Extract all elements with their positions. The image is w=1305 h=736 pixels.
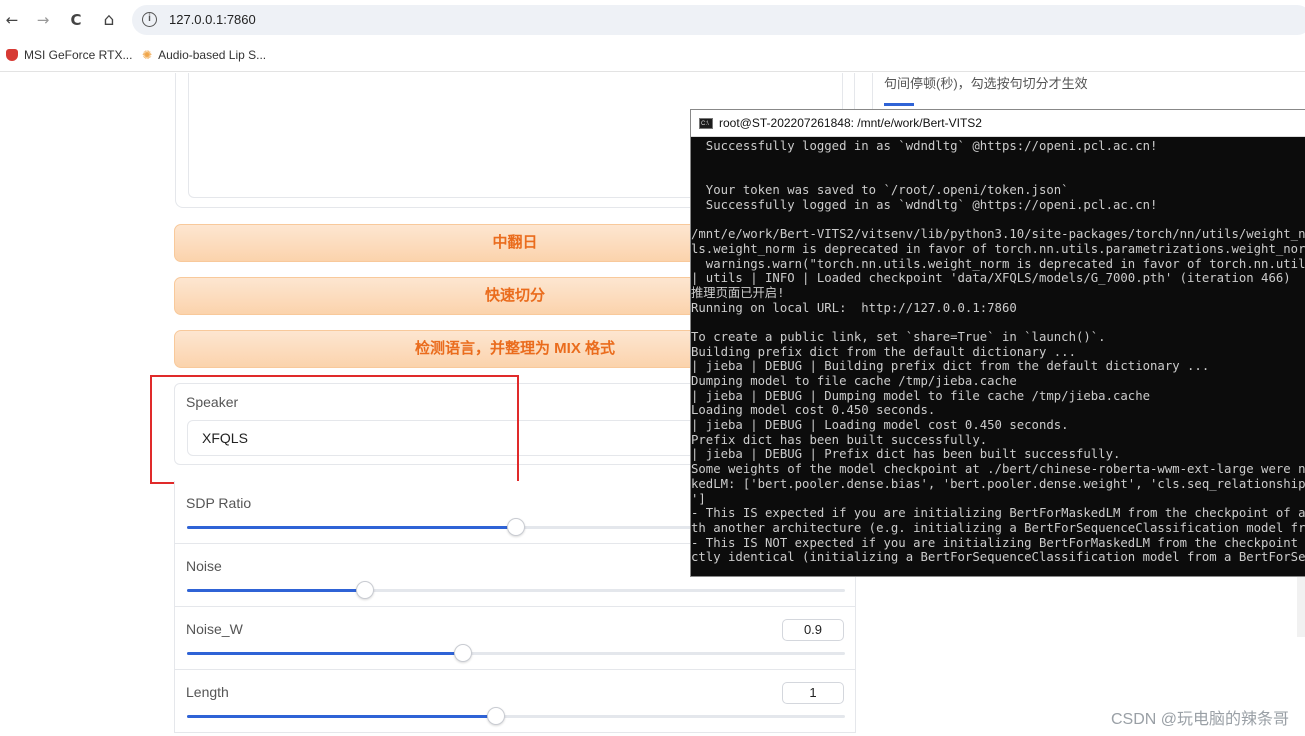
slider-value-input[interactable]: 1 (782, 682, 844, 704)
terminal-line: | jieba | DEBUG | Prefix dict has been b… (691, 447, 1121, 462)
url-text[interactable]: 127.0.0.1:7860 (169, 12, 256, 27)
scrollbar-strip[interactable] (1297, 577, 1305, 637)
terminal-line: '] (691, 491, 706, 506)
terminal-icon (699, 111, 713, 138)
slider-fill (187, 526, 516, 529)
terminal-line: ctly identical (initializing a BertForSe… (691, 550, 1305, 565)
terminal-line: Running on local URL: http://127.0.0.1:7… (691, 300, 1017, 315)
shield-icon (6, 49, 18, 61)
address-bar[interactable]: i 127.0.0.1:7860 (132, 5, 1305, 35)
terminal-line: kedLM: ['bert.pooler.dense.bias', 'bert.… (691, 476, 1305, 491)
terminal-title: root@ST-202207261848: /mnt/e/work/Bert-V… (719, 116, 982, 130)
bookmark-label: Audio-based Lip S... (158, 48, 267, 62)
terminal-line: ls.weight_norm is deprecated in favor of… (691, 241, 1305, 256)
sparkle-icon: ✺ (142, 48, 153, 62)
annotation-highlight-box (150, 375, 519, 484)
terminal-line: | jieba | DEBUG | Building prefix dict f… (691, 359, 1210, 374)
terminal-line: Your token was saved to `/root/.openi/to… (691, 183, 1069, 198)
home-icon[interactable]: ⌂ (99, 9, 119, 31)
slider-fill (187, 715, 497, 718)
terminal-line: Successfully logged in as `wdndltg` @htt… (691, 139, 1158, 153)
terminal-line: 推理页面已开启! (691, 285, 785, 300)
slider-label: Noise_W (186, 621, 243, 637)
terminal-window[interactable]: root@ST-202207261848: /mnt/e/work/Bert-V… (690, 109, 1305, 577)
slider-track[interactable] (187, 581, 845, 599)
terminal-line: /mnt/e/work/Bert-VITS2/vitsenv/lib/pytho… (691, 227, 1305, 242)
terminal-line: | jieba | DEBUG | Loading model cost 0.4… (691, 418, 1069, 433)
slider-fill (187, 652, 464, 655)
bookmark-msi[interactable]: MSI GeForce RTX... (6, 48, 132, 62)
slider-label: SDP Ratio (186, 495, 252, 511)
bookmarks-bar: MSI GeForce RTX... ✺ Audio-based Lip S... (0, 40, 1305, 72)
terminal-line: Building prefix dict from the default di… (691, 344, 1076, 359)
back-arrow-icon[interactable]: ← (2, 9, 22, 31)
terminal-line: warnings.warn("torch.nn.utils.weight_nor… (691, 256, 1305, 271)
reload-icon[interactable]: C (66, 9, 86, 31)
csdn-watermark: CSDN @玩电脑的辣条哥 (1110, 711, 1289, 728)
slider-value-input[interactable]: 0.9 (782, 619, 844, 641)
terminal-titlebar[interactable]: root@ST-202207261848: /mnt/e/work/Bert-V… (691, 110, 1305, 138)
slider-label: Noise (186, 558, 222, 574)
terminal-line: Prefix dict has been built successfully. (691, 432, 988, 447)
slider-fill (187, 589, 365, 592)
slider-thumb[interactable] (454, 644, 473, 662)
forward-arrow-icon[interactable]: → (33, 9, 53, 31)
slider-label: Length (186, 684, 229, 700)
terminal-line: - This IS expected if you are initializi… (691, 506, 1305, 521)
terminal-line: To create a public link, set `share=True… (691, 329, 1106, 344)
terminal-line: Loading model cost 0.450 seconds. (691, 403, 936, 418)
terminal-line: | jieba | DEBUG | Dumping model to file … (691, 388, 1151, 403)
slider-thumb[interactable] (487, 707, 506, 725)
terminal-line: | utils | INFO | Loaded checkpoint 'data… (691, 271, 1291, 286)
terminal-line: Some weights of the model checkpoint at … (691, 462, 1305, 477)
noise-w-slider-row: Noise_W 0.9 (174, 607, 856, 670)
slider-thumb[interactable] (355, 581, 374, 599)
slider-track[interactable] (187, 644, 845, 662)
slider-thumb[interactable] (507, 518, 525, 536)
browser-toolbar: ← → C ⌂ i 127.0.0.1:7860 (0, 0, 1305, 40)
terminal-line: - This IS NOT expected if you are initia… (691, 535, 1305, 550)
length-slider-row: Length 1 (174, 670, 856, 733)
terminal-line: th another architecture (e.g. initializi… (691, 520, 1305, 535)
site-info-icon[interactable]: i (142, 12, 157, 27)
pause-slider-fill[interactable] (884, 103, 914, 106)
sentence-pause-hint: 句间停顿(秒)，勾选按句切分才生效 (884, 76, 1088, 91)
terminal-line: Dumping model to file cache /tmp/jieba.c… (691, 374, 1017, 388)
terminal-output: Successfully logged in as `wdndltg` @htt… (691, 139, 1305, 565)
slider-track[interactable] (187, 707, 845, 725)
bookmark-lip-sync[interactable]: ✺ Audio-based Lip S... (142, 48, 266, 62)
terminal-line: Successfully logged in as `wdndltg` @htt… (691, 197, 1158, 212)
bookmark-label: MSI GeForce RTX... (24, 48, 133, 62)
